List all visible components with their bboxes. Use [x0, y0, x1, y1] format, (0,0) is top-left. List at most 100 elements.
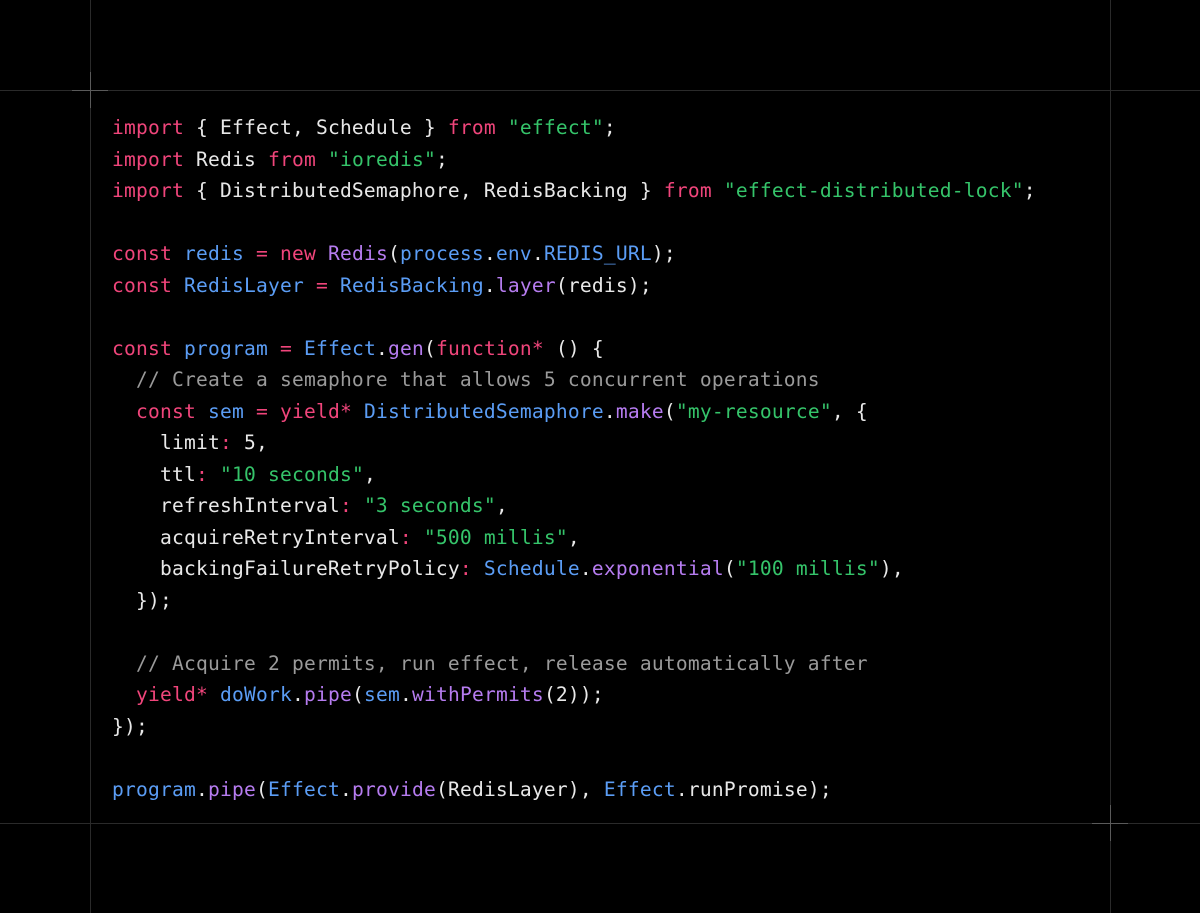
code-token: (redis);	[555, 273, 652, 297]
code-token: Schedule	[483, 557, 580, 580]
code-token: .	[339, 777, 352, 801]
code-token: RedisBacking	[339, 273, 484, 297]
code-token: gen	[387, 336, 424, 360]
right-guide-line	[1110, 0, 1111, 913]
code-token: :	[459, 557, 472, 580]
code-token: redis	[183, 242, 244, 265]
code-token: refreshInterval	[112, 494, 340, 517]
code-token: from	[663, 179, 712, 202]
code-token: .	[399, 683, 412, 706]
code-token: import	[112, 179, 184, 202]
code-token: (	[387, 242, 400, 265]
code-token: doWork	[219, 683, 292, 706]
code-token: .	[195, 777, 208, 801]
code-token: "10 seconds"	[219, 462, 364, 486]
code-token: pipe	[207, 777, 256, 801]
code-token: from	[447, 116, 496, 139]
code-token: Redis	[327, 242, 388, 265]
code-line: // Create a semaphore that allows 5 conc…	[112, 364, 1036, 396]
code-line: backingFailureRetryPolicy: Schedule.expo…	[112, 553, 1036, 585]
code-token: { Effect, Schedule }	[183, 116, 448, 139]
code-token: .	[483, 273, 496, 297]
code-token: ,	[495, 494, 508, 517]
code-token: provide	[351, 777, 436, 801]
code-token: sem	[207, 399, 244, 423]
code-token: .	[483, 242, 496, 265]
code-line: program.pipe(Effect.provide(RedisLayer),…	[112, 774, 1036, 806]
code-line: refreshInterval: "3 seconds",	[112, 490, 1036, 522]
top-left-crosshair-v	[90, 72, 91, 108]
code-line: // Acquire 2 permits, run effect, releas…	[112, 648, 1036, 680]
code-token: { DistributedSemaphore, RedisBacking }	[183, 179, 664, 202]
code-line: yield* doWork.pipe(sem.withPermits(2));	[112, 679, 1036, 711]
code-token: yield*	[136, 683, 208, 706]
code-token: "effect"	[507, 116, 604, 139]
code-token: ;	[435, 147, 448, 171]
code-token: "3 seconds"	[363, 494, 496, 517]
code-token: "my-resource"	[675, 399, 832, 423]
code-token: });	[112, 588, 172, 612]
code-line: const sem = yield* DistributedSemaphore.…	[112, 396, 1036, 428]
code-token: acquireRetryInterval	[112, 525, 400, 549]
code-token: Effect	[267, 777, 340, 801]
code-token: .	[531, 242, 544, 265]
code-line: const program = Effect.gen(function* () …	[112, 333, 1036, 365]
code-token: ;	[1023, 179, 1036, 202]
code-line: const RedisLayer = RedisBacking.layer(re…	[112, 270, 1036, 302]
code-token: (	[663, 399, 676, 423]
code-token: "ioredis"	[327, 147, 436, 171]
code-line: ttl: "10 seconds",	[112, 459, 1036, 491]
code-token: (	[255, 777, 268, 801]
code-token: new	[279, 242, 316, 265]
code-token: DistributedSemaphore	[363, 399, 604, 423]
code-token: () {	[543, 336, 604, 360]
code-token: function*	[435, 336, 544, 360]
code-token: import	[112, 116, 184, 139]
code-token: exponential	[591, 557, 724, 580]
code-token: const	[112, 242, 172, 265]
bottom-right-crosshair-v	[1110, 805, 1111, 841]
code-token: .	[675, 777, 688, 801]
code-token: (	[723, 557, 736, 580]
code-token: program	[183, 336, 268, 360]
code-token: Effect	[303, 336, 376, 360]
code-token: .	[291, 683, 304, 706]
code-token: program	[112, 777, 196, 801]
code-token: ttl	[112, 462, 196, 486]
code-token: ,	[363, 462, 376, 486]
code-token: ),	[879, 557, 904, 580]
code-token: "100 millis"	[735, 557, 880, 580]
code-token: =	[255, 399, 268, 423]
code-token: withPermits	[411, 683, 544, 706]
code-token: Redis	[183, 147, 268, 171]
code-token: "500 millis"	[423, 525, 568, 549]
code-token: // Acquire 2 permits, run effect, releas…	[136, 651, 868, 675]
code-token: :	[195, 462, 208, 486]
code-token: :	[219, 431, 232, 454]
code-token: const	[112, 273, 172, 297]
code-token: pipe	[303, 683, 352, 706]
left-guide-line	[90, 0, 91, 913]
code-token: =	[255, 242, 268, 265]
code-token: REDIS_URL	[543, 242, 652, 265]
code-token: yield*	[279, 399, 352, 423]
code-token: limit	[112, 431, 220, 454]
code-token: =	[279, 336, 292, 360]
